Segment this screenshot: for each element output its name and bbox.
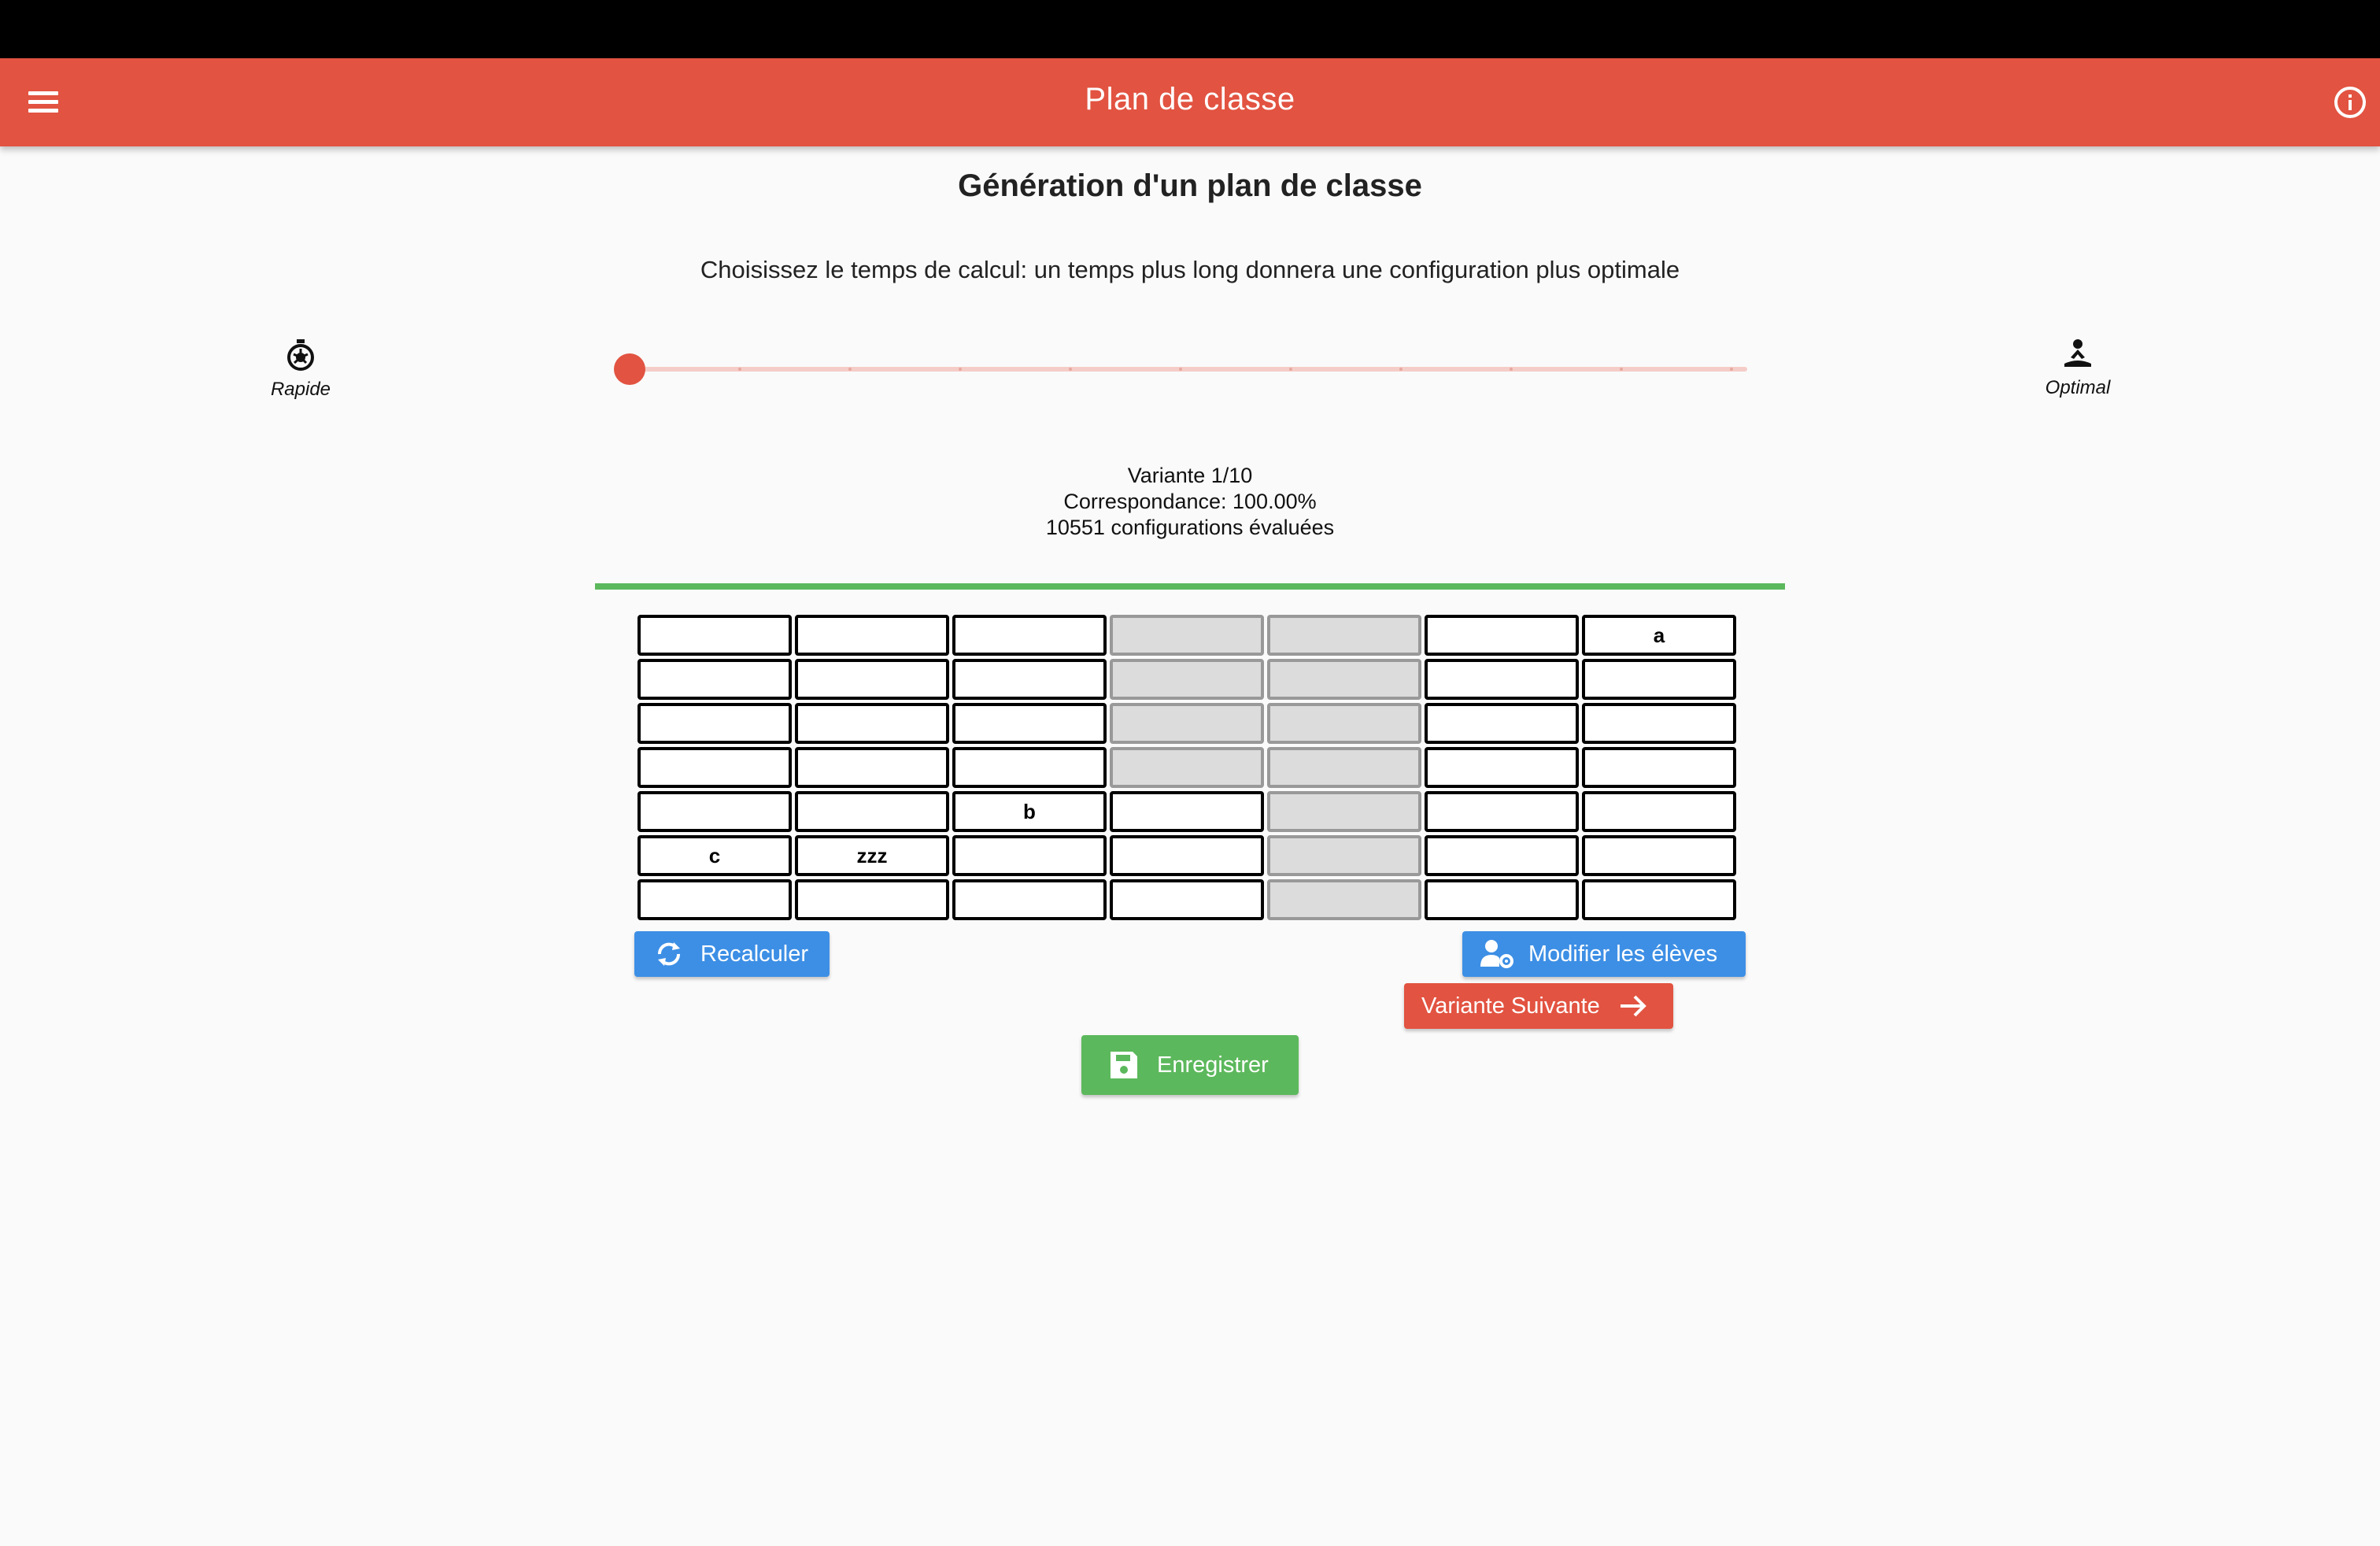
seat-cell[interactable]: [1425, 615, 1579, 656]
seat-cell[interactable]: zzz: [795, 835, 949, 876]
match-label: Correspondance: 100.00%: [1063, 490, 1317, 513]
seat-cell[interactable]: [638, 703, 792, 744]
seat-cell[interactable]: [1582, 835, 1736, 876]
slider-thumb[interactable]: [614, 353, 645, 385]
speed-fast-label: Rapide: [270, 379, 331, 400]
seat-cell[interactable]: [638, 879, 792, 920]
slider-tick: [1399, 368, 1402, 371]
computation-time-slider[interactable]: [614, 353, 1747, 385]
app-title: Plan de classe: [1085, 82, 1295, 117]
aisle-cell: [1267, 835, 1421, 876]
save-icon: [1108, 1049, 1140, 1081]
seat-cell[interactable]: [795, 879, 949, 920]
seat-cell[interactable]: [952, 703, 1107, 744]
seat-cell[interactable]: [638, 659, 792, 700]
seat-cell[interactable]: [638, 791, 792, 832]
aisle-cell: [1110, 703, 1264, 744]
next-variant-label: Variante Suivante: [1421, 993, 1600, 1019]
slider-tick: [738, 368, 741, 371]
stopwatch-icon: [287, 339, 314, 371]
slider-tick: [1510, 368, 1513, 371]
system-top-bar: [0, 0, 2380, 58]
modify-students-button[interactable]: Modifier les élèves: [1462, 931, 1746, 977]
variant-label: Variante 1/10: [1127, 464, 1253, 487]
speed-optimal: Optimal: [2031, 338, 2125, 399]
speed-optimal-label: Optimal: [2045, 377, 2111, 398]
seat-cell[interactable]: [1425, 703, 1579, 744]
recalculate-label: Recalculer: [700, 941, 808, 967]
speed-fast: Rapide: [253, 338, 348, 401]
aisle-cell: [1110, 615, 1264, 656]
seat-cell[interactable]: [795, 703, 949, 744]
seat-cell[interactable]: [952, 835, 1107, 876]
variant-stats: Variante 1/10 Correspondance: 100.00% 10…: [0, 463, 2380, 541]
seat-cell[interactable]: [1582, 747, 1736, 788]
next-variant-button[interactable]: Variante Suivante: [1404, 983, 1673, 1029]
app-bar: Plan de classe: [0, 58, 2380, 146]
seat-cell[interactable]: [638, 747, 792, 788]
seat-cell[interactable]: [795, 791, 949, 832]
aisle-cell: [1267, 791, 1421, 832]
slider-tick: [1069, 368, 1072, 371]
slider-tick: [959, 368, 962, 371]
slider-tick: [1620, 368, 1623, 371]
aisle-cell: [1110, 659, 1264, 700]
aisle-cell: [1110, 747, 1264, 788]
save-label: Enregistrer: [1157, 1052, 1269, 1078]
sync-icon: [653, 938, 685, 970]
slider-tick: [1289, 368, 1292, 371]
aisle-cell: [1267, 879, 1421, 920]
seat-cell[interactable]: [795, 747, 949, 788]
recalculate-button[interactable]: Recalculer: [634, 931, 830, 977]
slider-tick: [848, 368, 852, 371]
seat-cell[interactable]: [795, 615, 949, 656]
slider-tick: [1179, 368, 1182, 371]
arrow-right-icon: [1619, 993, 1647, 1019]
seating-grid: a b c zzz: [638, 615, 1736, 920]
seat-cell[interactable]: [1425, 879, 1579, 920]
info-icon[interactable]: [2333, 85, 2367, 120]
seat-cell[interactable]: [795, 659, 949, 700]
seat-cell[interactable]: [1425, 791, 1579, 832]
slider-tick: [1730, 368, 1733, 371]
seat-cell[interactable]: [1110, 835, 1264, 876]
user-cog-icon: [1480, 938, 1514, 970]
seat-cell[interactable]: [952, 747, 1107, 788]
progress-bar: [595, 583, 1785, 590]
page-title: Génération d'un plan de classe: [958, 168, 1422, 203]
seat-cell[interactable]: [638, 615, 792, 656]
seat-cell[interactable]: [1582, 703, 1736, 744]
seat-cell[interactable]: [1582, 659, 1736, 700]
seat-cell[interactable]: [1425, 747, 1579, 788]
seat-cell[interactable]: b: [952, 791, 1107, 832]
seat-cell[interactable]: [1582, 879, 1736, 920]
seat-cell[interactable]: [1425, 659, 1579, 700]
seat-cell[interactable]: [1582, 791, 1736, 832]
seat-cell[interactable]: [1110, 791, 1264, 832]
seat-cell[interactable]: [952, 659, 1107, 700]
meditation-icon: [2064, 339, 2091, 367]
page-subtitle: Choisissez le temps de calcul: un temps …: [700, 256, 1680, 283]
seat-cell[interactable]: [952, 879, 1107, 920]
seat-cell[interactable]: [1425, 835, 1579, 876]
aisle-cell: [1267, 747, 1421, 788]
seat-cell[interactable]: c: [638, 835, 792, 876]
aisle-cell: [1267, 615, 1421, 656]
seat-cell[interactable]: a: [1582, 615, 1736, 656]
aisle-cell: [1267, 703, 1421, 744]
seat-cell[interactable]: [952, 615, 1107, 656]
save-button[interactable]: Enregistrer: [1081, 1035, 1299, 1095]
slider-track: [630, 367, 1747, 372]
aisle-cell: [1267, 659, 1421, 700]
modify-students-label: Modifier les élèves: [1528, 941, 1718, 967]
evaluated-label: 10551 configurations évaluées: [1045, 516, 1335, 539]
seat-cell[interactable]: [1110, 879, 1264, 920]
